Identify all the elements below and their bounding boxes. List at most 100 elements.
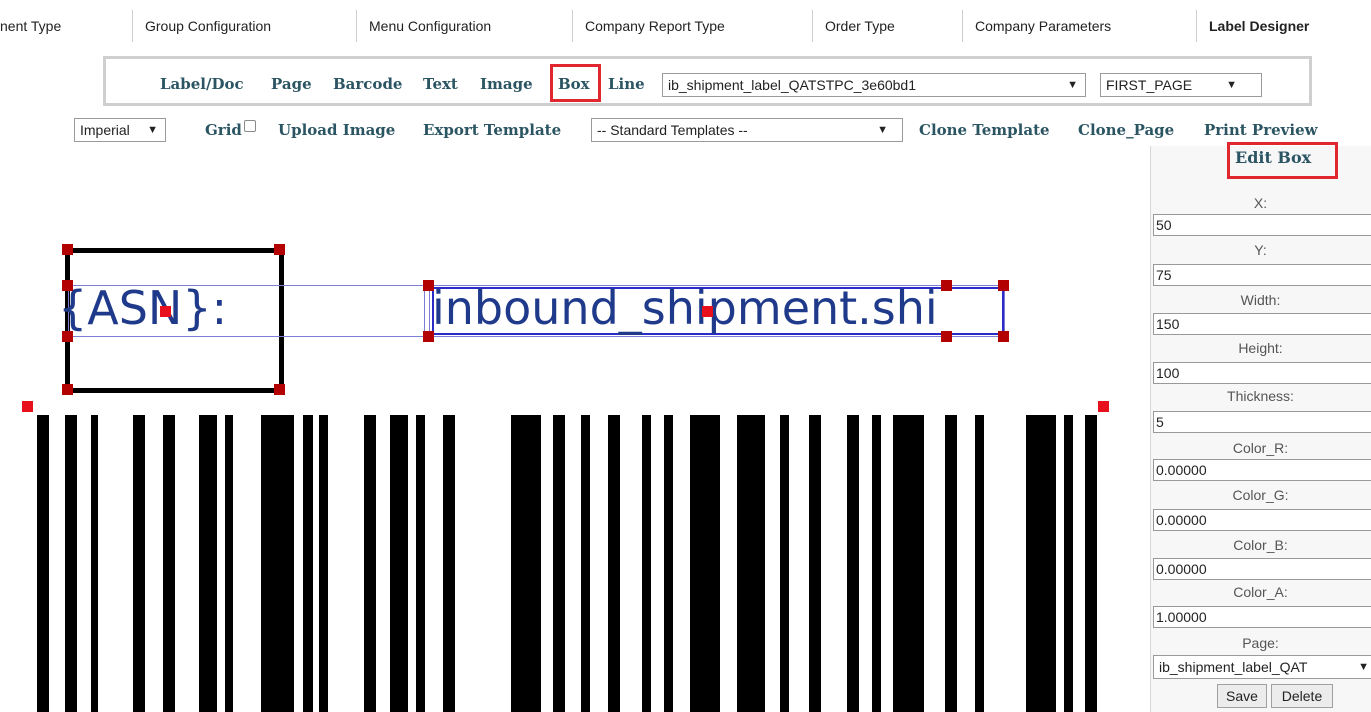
tab-company-parameters[interactable]: Company Parameters — [962, 10, 1196, 42]
resize-handle-icon[interactable] — [423, 331, 434, 342]
export-template-button[interactable]: Export Template — [423, 121, 561, 139]
barcode-bar — [780, 415, 789, 712]
delete-button[interactable]: Delete — [1271, 684, 1333, 708]
barcode-bar — [1085, 415, 1097, 712]
thickness-input[interactable]: 5 — [1153, 411, 1371, 433]
top-tab-bar: nent Type Group Configuration Menu Confi… — [0, 0, 1371, 50]
color-g-label: Color_G: — [1232, 487, 1289, 503]
barcode-bar — [642, 415, 651, 712]
barcode-bar — [225, 415, 233, 712]
box-button[interactable]: Box — [558, 75, 590, 93]
barcode-element[interactable] — [28, 407, 1104, 712]
barcode-bar — [809, 415, 821, 712]
resize-handle-icon[interactable] — [998, 280, 1009, 291]
line-button[interactable]: Line — [608, 75, 645, 93]
resize-handle-icon[interactable] — [62, 244, 73, 255]
height-input[interactable]: 100 — [1153, 362, 1371, 384]
barcode-bar — [1026, 415, 1056, 712]
color-g-input[interactable]: 0.00000 — [1153, 509, 1371, 531]
x-label: X: — [1253, 195, 1268, 211]
standard-templates-select[interactable]: -- Standard Templates -- ▼ — [591, 118, 903, 142]
color-r-input[interactable]: 0.00000 — [1153, 459, 1371, 481]
tab-menu-configuration[interactable]: Menu Configuration — [356, 10, 572, 42]
tab-order-type[interactable]: Order Type — [812, 10, 962, 42]
page-label: Page: — [1242, 635, 1279, 651]
color-b-label: Color_B: — [1233, 537, 1288, 553]
grid-label: Grid — [205, 121, 242, 139]
chevron-down-icon: ▼ — [147, 124, 158, 136]
page-field-select[interactable]: ib_shipment_label_QAT ▼ — [1153, 655, 1371, 679]
barcode-bar — [319, 415, 328, 712]
barcode-bar — [133, 415, 145, 712]
width-label: Width: — [1240, 292, 1281, 308]
tab-company-report-type[interactable]: Company Report Type — [572, 10, 812, 42]
chevron-down-icon: ▼ — [1226, 79, 1237, 91]
barcode-bar — [664, 415, 673, 712]
clone-page-button[interactable]: Clone_Page — [1078, 121, 1174, 139]
resize-handle-icon[interactable] — [941, 280, 952, 291]
barcode-bar — [443, 415, 455, 712]
resize-handle-icon[interactable] — [274, 384, 285, 395]
chevron-down-icon: ▼ — [1067, 79, 1078, 91]
page-button[interactable]: Page — [271, 75, 312, 93]
template-select-value: ib_shipment_label_QATSTPC_3e60bd1 — [668, 77, 917, 93]
label-doc-button[interactable]: Label/Doc — [160, 75, 244, 93]
color-r-label: Color_R: — [1232, 440, 1289, 456]
barcode-bar — [511, 415, 541, 712]
barcode-button[interactable]: Barcode — [333, 75, 402, 93]
center-handle-icon[interactable] — [702, 306, 713, 317]
units-select-value: Imperial — [80, 122, 130, 138]
barcode-bar — [390, 415, 408, 712]
color-b-input[interactable]: 0.00000 — [1153, 558, 1371, 580]
barcode-bar — [847, 415, 859, 712]
checkbox-icon[interactable] — [244, 120, 256, 132]
barcode-bar — [945, 415, 957, 712]
barcode-bar — [1064, 415, 1073, 712]
page-select-value: FIRST_PAGE — [1106, 77, 1193, 93]
text-button[interactable]: Text — [423, 75, 458, 93]
page-select[interactable]: FIRST_PAGE ▼ — [1100, 73, 1262, 97]
barcode-bar — [364, 415, 376, 712]
resize-handle-icon[interactable] — [423, 280, 434, 291]
barcode-bar — [581, 415, 590, 712]
resize-handle-icon[interactable] — [62, 280, 73, 291]
barcode-bar — [416, 415, 425, 712]
barcode-bar — [199, 415, 217, 712]
resize-handle-icon[interactable] — [941, 331, 952, 342]
barcode-bar — [91, 415, 98, 712]
tab-shipment-type[interactable]: nent Type — [0, 10, 132, 42]
barcode-bar — [303, 415, 313, 712]
clone-template-button[interactable]: Clone Template — [919, 121, 1050, 139]
center-handle-icon[interactable] — [160, 306, 171, 317]
template-select[interactable]: ib_shipment_label_QATSTPC_3e60bd1 ▼ — [662, 73, 1086, 97]
barcode-bar — [737, 415, 765, 712]
x-input[interactable]: 50 — [1153, 214, 1371, 236]
resize-handle-icon[interactable] — [62, 384, 73, 395]
standard-templates-value: -- Standard Templates -- — [597, 122, 748, 138]
resize-handle-icon[interactable] — [62, 331, 73, 342]
save-button[interactable]: Save — [1217, 684, 1267, 708]
chevron-down-icon: ▼ — [1358, 661, 1369, 673]
thickness-label: Thickness: — [1227, 388, 1294, 404]
barcode-bar — [893, 415, 924, 712]
color-a-input[interactable]: 1.00000 — [1153, 606, 1371, 628]
height-label: Height: — [1238, 340, 1283, 356]
resize-handle-icon[interactable] — [998, 331, 1009, 342]
image-button[interactable]: Image — [480, 75, 533, 93]
barcode-bar — [261, 415, 294, 712]
print-preview-button[interactable]: Print Preview — [1204, 121, 1318, 139]
text-element-shipment[interactable]: inbound_shipment.shi — [432, 278, 938, 338]
y-input[interactable]: 75 — [1153, 264, 1371, 286]
resize-handle-icon[interactable] — [274, 244, 285, 255]
tab-group-configuration[interactable]: Group Configuration — [132, 10, 354, 42]
barcode-bar — [608, 415, 620, 712]
text-element-asn[interactable]: {ASN}: — [58, 278, 227, 338]
barcode-bar — [65, 415, 77, 712]
tab-label-designer[interactable]: Label Designer — [1196, 10, 1371, 42]
barcode-bar — [690, 415, 720, 712]
width-input[interactable]: 150 — [1153, 313, 1371, 335]
upload-image-button[interactable]: Upload Image — [278, 121, 395, 139]
units-select[interactable]: Imperial ▼ — [74, 118, 166, 142]
barcode-bar — [975, 415, 984, 712]
chevron-down-icon: ▼ — [877, 124, 888, 136]
